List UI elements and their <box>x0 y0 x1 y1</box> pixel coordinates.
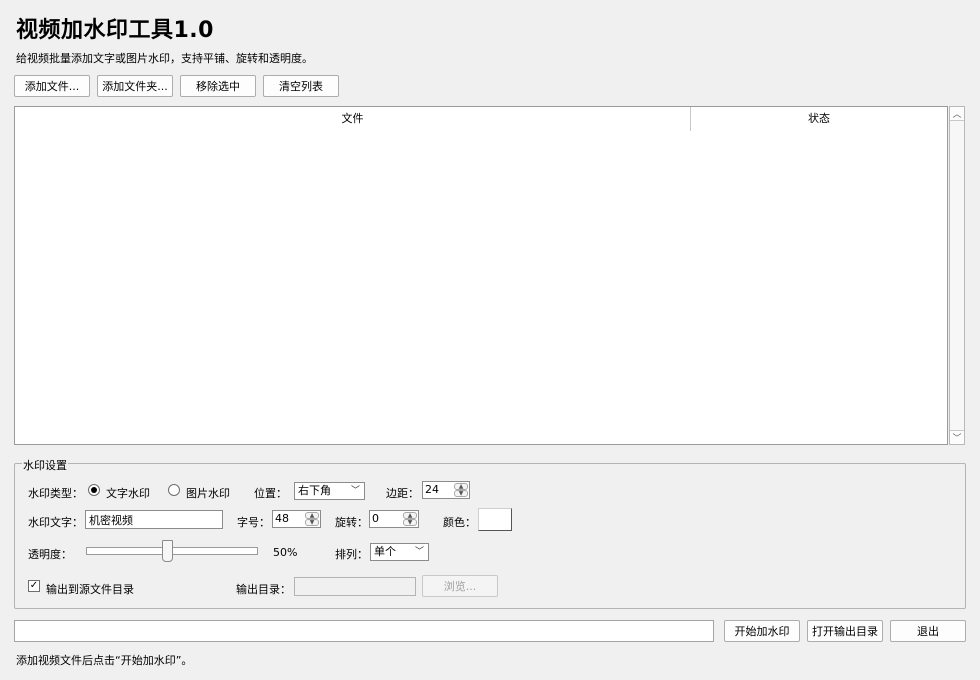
exit-button[interactable]: 退出 <box>890 620 966 642</box>
opacity-label: 透明度： <box>28 548 72 561</box>
spin-up-icon[interactable]: ▲ <box>403 512 417 519</box>
watermark-text-label: 水印文字： <box>28 516 83 529</box>
font-size-spinbox[interactable]: 48 ▲ ▼ <box>272 510 321 528</box>
radio-text-watermark[interactable] <box>88 484 100 496</box>
position-label: 位置： <box>254 487 287 500</box>
output-to-source-label[interactable]: 输出到源文件目录 <box>46 581 134 597</box>
font-size-value: 48 <box>275 512 289 525</box>
rotation-spinbox[interactable]: 0 ▲ ▼ <box>369 510 419 528</box>
spin-up-icon[interactable]: ▲ <box>454 483 468 490</box>
layout-label: 排列： <box>335 548 368 561</box>
spin-down-icon[interactable]: ▼ <box>454 490 468 497</box>
radio-text-watermark-label[interactable]: 文字水印 <box>106 485 150 501</box>
remove-selected-button[interactable]: 移除选中 <box>180 75 256 97</box>
scroll-down-icon[interactable]: ﹀ <box>950 430 964 444</box>
add-file-button[interactable]: 添加文件... <box>14 75 90 97</box>
app-title: 视频加水印工具1.0 <box>16 18 214 43</box>
color-label: 颜色： <box>443 516 476 529</box>
rotation-label: 旋转： <box>335 516 368 529</box>
watermark-type-label: 水印类型： <box>28 487 83 500</box>
position-select[interactable]: 右下角 ﹀ <box>294 482 365 500</box>
position-select-value: 右下角 <box>298 484 331 497</box>
margin-spinbox[interactable]: 24 ▲ ▼ <box>422 481 470 499</box>
radio-image-watermark[interactable] <box>168 484 180 496</box>
watermark-settings-title: 水印设置 <box>22 457 68 473</box>
app-subtitle: 给视频批量添加文字或图片水印，支持平铺、旋转和透明度。 <box>16 52 313 65</box>
chevron-down-icon: ﹀ <box>350 486 360 496</box>
browse-button[interactable]: 浏览... <box>422 575 498 597</box>
layout-select[interactable]: 单个 ﹀ <box>370 543 429 561</box>
output-dir-label: 输出目录： <box>236 583 291 596</box>
rotation-value: 0 <box>372 512 379 525</box>
radio-image-watermark-label[interactable]: 图片水印 <box>186 485 230 501</box>
color-picker-button[interactable] <box>478 508 512 531</box>
spin-down-icon[interactable]: ▼ <box>305 519 319 526</box>
progress-bar <box>14 620 714 642</box>
file-table-scrollbar[interactable]: ︿ ﹀ <box>949 106 965 445</box>
open-output-dir-button[interactable]: 打开输出目录 <box>807 620 883 642</box>
opacity-value: 50% <box>273 546 298 559</box>
column-header-file[interactable]: 文件 <box>15 107 691 131</box>
margin-label: 边距： <box>386 487 419 500</box>
opacity-slider-handle[interactable] <box>162 540 173 562</box>
margin-value: 24 <box>425 483 439 496</box>
start-watermark-button[interactable]: 开始加水印 <box>724 620 800 642</box>
add-folder-button[interactable]: 添加文件夹... <box>97 75 173 97</box>
checkmark-icon: ✓ <box>29 580 39 591</box>
file-table[interactable]: 文件 状态 <box>14 106 948 445</box>
font-size-label: 字号： <box>237 516 270 529</box>
output-to-source-checkbox[interactable]: ✓ <box>28 580 40 592</box>
column-header-status[interactable]: 状态 <box>691 107 947 131</box>
output-dir-input[interactable] <box>294 577 416 596</box>
chevron-down-icon: ﹀ <box>414 547 424 557</box>
status-text: 添加视频文件后点击“开始加水印”。 <box>16 654 193 667</box>
spin-up-icon[interactable]: ▲ <box>305 512 319 519</box>
watermark-text-input[interactable] <box>85 510 223 529</box>
spin-down-icon[interactable]: ▼ <box>403 519 417 526</box>
scroll-up-icon[interactable]: ︿ <box>950 107 964 121</box>
layout-select-value: 单个 <box>374 545 396 558</box>
clear-list-button[interactable]: 清空列表 <box>263 75 339 97</box>
